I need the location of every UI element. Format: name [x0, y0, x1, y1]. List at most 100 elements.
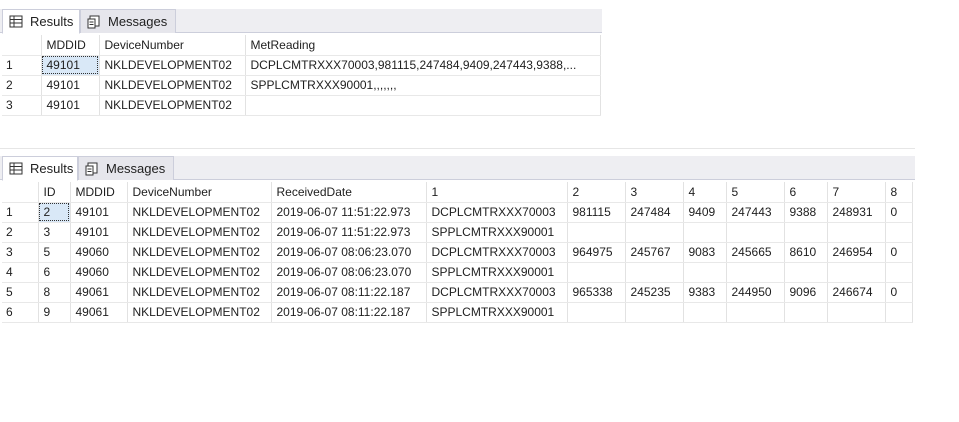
- column-header[interactable]: 5: [726, 182, 785, 203]
- results-grid-2[interactable]: ID MDDID DeviceNumber ReceivedDate 1 2 3 4 5 6 7 8 …: [2, 182, 913, 323]
- grid-cell[interactable]: 2019-06-07 08:11:22.187: [271, 302, 427, 323]
- grid-cell[interactable]: [625, 222, 684, 243]
- grid-cell[interactable]: [827, 262, 886, 283]
- grid-cell[interactable]: [784, 222, 828, 243]
- grid-cell[interactable]: NKLDEVELOPMENT02: [99, 95, 246, 116]
- grid-cell[interactable]: 49101: [70, 202, 128, 223]
- row-number[interactable]: 1: [2, 202, 39, 223]
- grid-cell[interactable]: NKLDEVELOPMENT02: [127, 302, 272, 323]
- table-row[interactable]: 3 5 49060 NKLDEVELOPMENT02 2019-06-07 08:06:…: [2, 242, 913, 263]
- grid-cell[interactable]: [827, 302, 886, 323]
- grid-cell[interactable]: [885, 262, 913, 283]
- grid-cell[interactable]: [567, 262, 626, 283]
- grid-cell[interactable]: 49061: [70, 282, 128, 303]
- column-header[interactable]: DeviceNumber: [99, 35, 246, 56]
- grid-cell[interactable]: 9383: [683, 282, 727, 303]
- grid-cell[interactable]: [625, 302, 684, 323]
- grid-cell[interactable]: 245767: [625, 242, 684, 263]
- grid-cell[interactable]: [245, 95, 601, 116]
- grid-cell[interactable]: 49061: [70, 302, 128, 323]
- grid-cell[interactable]: 246954: [827, 242, 886, 263]
- column-header[interactable]: ReceivedDate: [271, 182, 427, 203]
- row-number[interactable]: 1: [2, 55, 42, 76]
- table-row[interactable]: 1 49101 NKLDEVELOPMENT02 DCPLCMTRXXX70003,9…: [2, 55, 601, 76]
- grid-cell[interactable]: 9096: [784, 282, 828, 303]
- grid-cell[interactable]: DCPLCMTRXXX70003,981115,247484,9409,2474…: [245, 55, 601, 76]
- table-row[interactable]: 4 6 49060 NKLDEVELOPMENT02 2019-06-07 08:06:…: [2, 262, 913, 283]
- grid-cell[interactable]: 49101: [41, 95, 100, 116]
- grid-cell[interactable]: NKLDEVELOPMENT02: [127, 262, 272, 283]
- grid-cell[interactable]: [885, 302, 913, 323]
- table-row[interactable]: 1 2 49101 NKLDEVELOPMENT02 2019-06-07 11:51:…: [2, 202, 913, 223]
- table-row[interactable]: 6 9 49061 NKLDEVELOPMENT02 2019-06-07 08:11:…: [2, 302, 913, 323]
- grid-cell[interactable]: [683, 302, 727, 323]
- grid-cell[interactable]: 8: [38, 282, 71, 303]
- grid-cell[interactable]: DCPLCMTRXXX70003: [426, 242, 568, 263]
- grid-cell[interactable]: 49101: [41, 55, 100, 76]
- grid-cell[interactable]: [625, 262, 684, 283]
- tab-results-2[interactable]: Results: [2, 156, 78, 181]
- grid-cell[interactable]: NKLDEVELOPMENT02: [99, 55, 246, 76]
- grid-cell[interactable]: 0: [885, 242, 913, 263]
- grid-cell[interactable]: [726, 262, 785, 283]
- row-number[interactable]: 4: [2, 262, 39, 283]
- table-row[interactable]: 3 49101 NKLDEVELOPMENT02: [2, 95, 601, 116]
- grid-cell[interactable]: 2019-06-07 11:51:22.973: [271, 202, 427, 223]
- grid-cell[interactable]: 2: [38, 202, 71, 223]
- grid-cell[interactable]: [784, 302, 828, 323]
- tab-messages-2[interactable]: Messages: [78, 156, 174, 180]
- grid-cell[interactable]: NKLDEVELOPMENT02: [99, 75, 246, 96]
- row-number[interactable]: 2: [2, 222, 39, 243]
- column-header[interactable]: 8: [885, 182, 913, 203]
- grid-cell[interactable]: [683, 222, 727, 243]
- grid-cell[interactable]: 2019-06-07 08:11:22.187: [271, 282, 427, 303]
- column-header[interactable]: 6: [784, 182, 828, 203]
- grid-cell[interactable]: NKLDEVELOPMENT02: [127, 202, 272, 223]
- table-row[interactable]: 2 3 49101 NKLDEVELOPMENT02 2019-06-07 11:51:…: [2, 222, 913, 243]
- grid-cell[interactable]: NKLDEVELOPMENT02: [127, 242, 272, 263]
- column-header[interactable]: MetReading: [245, 35, 601, 56]
- row-number[interactable]: 2: [2, 75, 42, 96]
- column-header[interactable]: 4: [683, 182, 727, 203]
- grid-cell[interactable]: 9388: [784, 202, 828, 223]
- corner-header-cell[interactable]: [2, 182, 39, 203]
- grid-cell[interactable]: 246674: [827, 282, 886, 303]
- column-header[interactable]: 3: [625, 182, 684, 203]
- grid-cell[interactable]: 247443: [726, 202, 785, 223]
- grid-cell[interactable]: SPPLCMTRXXX90001: [426, 302, 568, 323]
- table-row[interactable]: 5 8 49061 NKLDEVELOPMENT02 2019-06-07 08:11:…: [2, 282, 913, 303]
- column-header[interactable]: 7: [827, 182, 886, 203]
- table-row[interactable]: 2 49101 NKLDEVELOPMENT02 SPPLCMTRXXX90001,,…: [2, 75, 601, 96]
- tab-results-1[interactable]: Results: [2, 9, 80, 34]
- column-header[interactable]: ID: [38, 182, 71, 203]
- grid-cell[interactable]: 5: [38, 242, 71, 263]
- row-number[interactable]: 3: [2, 242, 39, 263]
- grid-cell[interactable]: 245235: [625, 282, 684, 303]
- grid-cell[interactable]: 0: [885, 202, 913, 223]
- grid-cell[interactable]: 9409: [683, 202, 727, 223]
- grid-cell[interactable]: 981115: [567, 202, 626, 223]
- grid-cell[interactable]: 965338: [567, 282, 626, 303]
- grid-cell[interactable]: 9: [38, 302, 71, 323]
- grid-cell[interactable]: DCPLCMTRXXX70003: [426, 202, 568, 223]
- column-header[interactable]: MDDID: [70, 182, 128, 203]
- grid-cell[interactable]: 49060: [70, 262, 128, 283]
- grid-cell[interactable]: 2019-06-07 08:06:23.070: [271, 242, 427, 263]
- row-number[interactable]: 3: [2, 95, 42, 116]
- column-header[interactable]: MDDID: [41, 35, 100, 56]
- row-number[interactable]: 6: [2, 302, 39, 323]
- column-header[interactable]: 1: [426, 182, 568, 203]
- grid-cell[interactable]: 2019-06-07 11:51:22.973: [271, 222, 427, 243]
- grid-cell[interactable]: 6: [38, 262, 71, 283]
- results-grid-1[interactable]: MDDID DeviceNumber MetReading 1 49101 NKLDEV…: [2, 35, 601, 116]
- grid-cell[interactable]: 0: [885, 282, 913, 303]
- grid-cell[interactable]: 9083: [683, 242, 727, 263]
- tab-messages-1[interactable]: Messages: [80, 9, 176, 33]
- row-number[interactable]: 5: [2, 282, 39, 303]
- grid-cell[interactable]: 244950: [726, 282, 785, 303]
- corner-header-cell[interactable]: [2, 35, 42, 56]
- grid-cell[interactable]: [784, 262, 828, 283]
- grid-cell[interactable]: NKLDEVELOPMENT02: [127, 282, 272, 303]
- grid-cell[interactable]: 3: [38, 222, 71, 243]
- grid-cell[interactable]: 49101: [70, 222, 128, 243]
